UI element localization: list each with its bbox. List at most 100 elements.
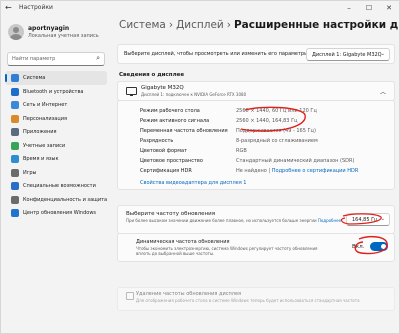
system-icon [11, 74, 19, 82]
info-value: 8-разрядный со сглаживанием [236, 138, 318, 144]
apps-icon [11, 128, 19, 136]
minimize-button[interactable]: – [339, 1, 359, 15]
hdr-more-link[interactable]: Подробнее о сертификации HDR [272, 168, 359, 174]
sidebar-item-label: Конфиденциальность и защита [23, 196, 108, 203]
bluetooth-icon [11, 87, 19, 96]
dynamic-refresh-title: Динамическая частота обновления [136, 239, 230, 245]
info-key: Режим активного сигнала [140, 118, 210, 124]
search-input[interactable]: Найти параметр ⌕ [7, 52, 105, 66]
shield-icon [11, 195, 19, 204]
sidebar-item[interactable]: Центр обновления Windows [5, 206, 107, 220]
sidebar-nav: Система Bluetooth и устройства Сеть и Инте… [5, 71, 107, 220]
window-title: Настройки [19, 4, 53, 11]
adapter-properties-link[interactable]: Свойства видеоадаптера для дисплея 1 [140, 180, 247, 186]
refresh-more-link[interactable]: Подробнее [318, 218, 341, 223]
sidebar-item-label: Система [23, 75, 46, 81]
sidebar-item[interactable]: Конфиденциальность и защита [5, 193, 107, 207]
monitor-icon [126, 87, 137, 96]
sidebar-item[interactable]: Учетные записи [5, 139, 107, 153]
refresh-rate-dropdown[interactable]: 164,85 Гц ⌄ [346, 213, 390, 226]
breadcrumb: Система›Дисплей›Расширенные настройки ди… [119, 19, 399, 31]
disable-refresh-desc: Для отображения рабочего стола в системе… [136, 298, 360, 303]
refresh-rate-desc: При более высоком значении движение боле… [126, 218, 341, 223]
search-icon: ⌕ [96, 54, 100, 62]
refresh-rate-row: Выберите частоту обновления При более вы… [117, 205, 395, 234]
info-key: Режим рабочего стола [140, 108, 200, 114]
sidebar-item[interactable]: Игры [5, 166, 107, 180]
info-value: Стандартный динамический диапазон (SDR) [236, 158, 355, 164]
sidebar-item-label: Приложения [23, 129, 57, 135]
dynamic-refresh-toggle[interactable] [370, 242, 388, 251]
refresh-rate-title: Выберите частоту обновления [126, 211, 216, 217]
display-dropdown-value: Дисплей 1: Gigabyte M32Q [312, 52, 382, 58]
search-placeholder: Найти параметр [12, 56, 56, 62]
sidebar-item-label: Время и язык [23, 156, 59, 162]
display-select-row: Выберите дисплей, чтобы просмотреть или … [117, 44, 395, 64]
toggle-knob [381, 244, 386, 249]
disable-refresh-row: Удаление частоты обновления дисплея Для … [117, 287, 395, 311]
sidebar-item[interactable]: Специальные возможности [5, 179, 107, 193]
info-key: Цветовое пространство [140, 158, 203, 164]
disable-refresh-checkbox[interactable] [126, 292, 134, 300]
info-value: Не найдено | Подробнее о сертификации HD… [236, 168, 359, 174]
dynamic-refresh-row: Динамическая частота обновления Чтобы эк… [117, 233, 395, 262]
sidebar-item-label: Сеть и Интернет [23, 102, 68, 108]
sidebar-item[interactable]: Bluetooth и устройства [5, 85, 107, 99]
info-key: Цветовой формат [140, 148, 187, 154]
account-icon [11, 141, 19, 150]
close-button[interactable]: ✕ [379, 1, 399, 15]
sidebar-item-label: Учетные записи [23, 142, 66, 149]
info-key: Разрядность [140, 138, 174, 144]
settings-window: ← Настройки – ☐ ✕ aportnyagin Локальная … [0, 0, 400, 334]
sidebar-item-label: Игры [23, 169, 37, 176]
sidebar-item-label: Bluetooth и устройства [23, 88, 84, 95]
sidebar-item[interactable]: Система [5, 71, 107, 85]
info-key: Переменная частота обновления [140, 128, 228, 134]
user-role: Локальная учетная запись [28, 33, 99, 39]
main-content: Система›Дисплей›Расширенные настройки ди… [113, 15, 399, 333]
info-key: Сертификация HDR [140, 168, 192, 174]
sidebar-item-label: Персонализация [23, 115, 67, 122]
sidebar-item[interactable]: Сеть и Интернет [5, 98, 107, 112]
maximize-button[interactable]: ☐ [359, 1, 379, 15]
breadcrumb-display[interactable]: Дисплей [176, 19, 224, 31]
info-value: 2560 × 1440, 60 Гц или 120 Гц [236, 108, 317, 114]
network-icon [11, 101, 19, 109]
display-dropdown[interactable]: Дисплей 1: Gigabyte M32Q ⌄ [306, 48, 390, 61]
breadcrumb-system[interactable]: Система [119, 19, 166, 31]
avatar[interactable] [8, 24, 24, 40]
sidebar-item[interactable]: Приложения [5, 125, 107, 139]
sidebar-item[interactable]: Персонализация [5, 112, 107, 126]
disable-refresh-title: Удаление частоты обновления дисплея [136, 291, 242, 297]
info-value: RGB [236, 148, 247, 154]
monitor-subtitle: Дисплей 1: подключен к NVIDIA GeForce RT… [141, 92, 247, 97]
sidebar-item-label: Специальные возможности [23, 183, 96, 189]
user-name: aportnyagin [28, 25, 70, 32]
update-icon [11, 209, 19, 217]
chevron-up-icon: ︿ [379, 89, 386, 96]
section-title: Сведения о дисплее [119, 72, 185, 78]
dynamic-refresh-desc: Чтобы экономить электроэнергию, система … [136, 246, 318, 256]
monitor-header[interactable]: Gigabyte M32Q Дисплей 1: подключен к NVI… [117, 81, 395, 101]
accessibility-icon [11, 182, 19, 190]
hdr-status: Не найдено [236, 168, 267, 174]
page-title: Расширенные настройки дисплея [233, 19, 399, 31]
refresh-desc-text: При более высоком значении движение боле… [126, 218, 317, 223]
monitor-name: Gigabyte M32Q [141, 85, 184, 91]
display-info-panel: Режим рабочего стола 2560 × 1440, 60 Гц … [117, 100, 395, 190]
sidebar-item[interactable]: Время и язык [5, 152, 107, 166]
refresh-rate-value: 164,85 Гц [352, 217, 378, 223]
info-value: 2560 × 1440, 164,83 Гц [236, 118, 298, 124]
chevron-down-icon: ⌄ [380, 216, 385, 222]
chevron-down-icon: ⌄ [380, 51, 385, 57]
display-select-label: Выберите дисплей, чтобы просмотреть или … [124, 51, 309, 57]
back-arrow-icon[interactable]: ← [5, 3, 12, 12]
globe-clock-icon [11, 155, 19, 163]
info-value: Поддерживается (49 - 165 Гц) [236, 128, 316, 134]
sidebar-item-label: Центр обновления Windows [23, 210, 97, 216]
gamepad-icon [11, 168, 19, 177]
title-bar: ← Настройки – ☐ ✕ [1, 1, 399, 15]
sidebar: aportnyagin Локальная учетная запись Най… [1, 15, 109, 333]
brush-icon [11, 114, 19, 123]
toggle-state-label: Вкл. [352, 244, 365, 250]
